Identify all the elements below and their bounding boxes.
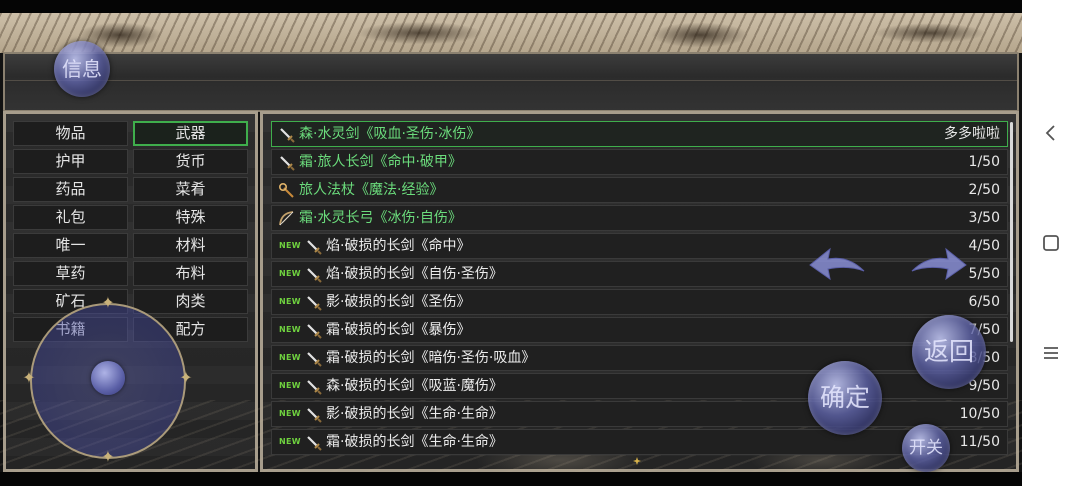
bow-icon bbox=[278, 210, 295, 227]
game-viewport: 物品武器护甲货币药品菜肴礼包特殊唯一材料草药布料矿石肉类书籍配方 森·水灵剑《吸… bbox=[0, 0, 1022, 486]
sword-icon bbox=[305, 238, 322, 255]
item-name: 焰·破损的长剑《自伤·圣伤》 bbox=[326, 266, 503, 282]
header-bar bbox=[3, 52, 1019, 112]
new-badge: NEW bbox=[279, 437, 301, 446]
confirm-button[interactable]: 确定 bbox=[808, 361, 882, 435]
previous-page-arrow-icon[interactable] bbox=[808, 245, 866, 281]
sword-icon bbox=[305, 294, 322, 311]
item-list: 森·水灵剑《吸血·圣伤·冰伤》 多多啦啦霜·旅人长剑《命中·破甲》 1/50 旅人法杖… bbox=[271, 121, 1008, 461]
category-tab[interactable]: 草药 bbox=[13, 261, 128, 286]
category-tab[interactable]: 唯一 bbox=[13, 233, 128, 258]
item-row[interactable]: NEW 焰·破损的长剑《自伤·圣伤》 5/50 bbox=[271, 261, 1008, 287]
category-tab[interactable]: 材料 bbox=[133, 233, 248, 258]
new-badge: NEW bbox=[279, 353, 301, 362]
new-badge: NEW bbox=[279, 325, 301, 334]
item-name: 霜·破损的长剑《生命·生命》 bbox=[326, 434, 503, 450]
item-row[interactable]: 森·水灵剑《吸血·圣伤·冰伤》 多多啦啦 bbox=[271, 121, 1008, 147]
item-row[interactable]: NEW 焰·破损的长剑《命中》 4/50 bbox=[271, 233, 1008, 259]
item-row[interactable]: 霜·水灵长弓《冰伤·自伤》 3/50 bbox=[271, 205, 1008, 231]
ornate-banner bbox=[0, 13, 1022, 53]
item-row[interactable]: NEW霜·破损的长剑《暗伤·圣伤·吸血》8/50 bbox=[271, 345, 1008, 371]
joystick-star-icon-top: ✦ bbox=[101, 293, 115, 312]
item-row[interactable]: NEW 霜·破损的长剑《生命·生命》 11/50 bbox=[271, 429, 1008, 455]
item-row[interactable]: NEW 霜·破损的长剑《暴伤》 7/50 bbox=[271, 317, 1008, 343]
item-count: 11/50 bbox=[959, 434, 1000, 450]
home-square-icon[interactable] bbox=[1039, 231, 1063, 255]
scroll-grip-icon bbox=[633, 457, 641, 465]
item-name: 森·破损的长剑《吸蓝·魔伤》 bbox=[326, 378, 503, 394]
item-row[interactable]: NEW 影·破损的长剑《圣伤》 6/50 bbox=[271, 289, 1008, 315]
category-tab[interactable]: 货币 bbox=[133, 149, 248, 174]
item-name: 森·水灵剑《吸血·圣伤·冰伤》 bbox=[299, 126, 481, 142]
staff-icon bbox=[278, 182, 295, 199]
next-page-arrow-icon[interactable] bbox=[910, 245, 968, 281]
item-name: 影·破损的长剑《生命·生命》 bbox=[326, 406, 503, 422]
joystick-knob[interactable] bbox=[91, 361, 125, 395]
item-row[interactable]: NEW 森·破损的长剑《吸蓝·魔伤》 9/50 bbox=[271, 373, 1008, 399]
back-chevron-icon[interactable] bbox=[1039, 121, 1063, 145]
category-tab[interactable]: 礼包 bbox=[13, 205, 128, 230]
sword-icon bbox=[305, 322, 322, 339]
category-tab[interactable]: 菜肴 bbox=[133, 177, 248, 202]
menu-lines-icon[interactable] bbox=[1039, 341, 1063, 365]
item-count: 6/50 bbox=[968, 294, 1000, 310]
back-button[interactable]: 返回 bbox=[912, 315, 986, 389]
android-navigation-bar bbox=[1022, 0, 1080, 486]
item-name: 霜·破损的长剑《暴伤》 bbox=[326, 322, 471, 338]
sword-icon bbox=[278, 154, 295, 171]
scrollbar[interactable] bbox=[1010, 122, 1013, 342]
joystick-star-icon-left: ✦ bbox=[22, 368, 36, 387]
sword-icon bbox=[305, 266, 322, 283]
item-row[interactable]: 旅人法杖《魔法·经验》 2/50 bbox=[271, 177, 1008, 203]
item-name: 霜·破损的长剑《暗伤·圣伤·吸血》 bbox=[326, 350, 536, 366]
item-name: 霜·水灵长弓《冰伤·自伤》 bbox=[299, 210, 462, 226]
item-count: 4/50 bbox=[968, 238, 1000, 254]
item-count: 1/50 bbox=[968, 154, 1000, 170]
item-count: 2/50 bbox=[968, 182, 1000, 198]
sword-icon bbox=[278, 126, 295, 143]
sword-icon bbox=[305, 378, 322, 395]
info-button[interactable]: 信息 bbox=[54, 41, 110, 97]
category-tab[interactable]: 物品 bbox=[13, 121, 128, 146]
toggle-button[interactable]: 开关 bbox=[902, 424, 950, 472]
item-name: 影·破损的长剑《圣伤》 bbox=[326, 294, 471, 310]
item-count: 10/50 bbox=[959, 406, 1000, 422]
category-tab[interactable]: 肉类 bbox=[133, 289, 248, 314]
new-badge: NEW bbox=[279, 241, 301, 250]
item-row[interactable]: NEW 影·破损的长剑《生命·生命》 10/50 bbox=[271, 401, 1008, 427]
category-tab[interactable]: 特殊 bbox=[133, 205, 248, 230]
item-row[interactable]: 霜·旅人长剑《命中·破甲》 1/50 bbox=[271, 149, 1008, 175]
item-name: 旅人法杖《魔法·经验》 bbox=[299, 182, 444, 198]
category-tab[interactable]: 布料 bbox=[133, 261, 248, 286]
joystick-star-icon-bottom: ✦ bbox=[101, 447, 115, 466]
category-tab[interactable]: 药品 bbox=[13, 177, 128, 202]
new-badge: NEW bbox=[279, 269, 301, 278]
sword-icon bbox=[305, 434, 322, 451]
joystick-star-icon-right: ✦ bbox=[179, 368, 193, 387]
item-count: 多多啦啦 bbox=[944, 126, 1000, 142]
item-count: 3/50 bbox=[968, 210, 1000, 226]
new-badge: NEW bbox=[279, 381, 301, 390]
category-tab[interactable]: 武器 bbox=[133, 121, 248, 146]
sword-icon bbox=[305, 406, 322, 423]
category-tab[interactable]: 护甲 bbox=[13, 149, 128, 174]
new-badge: NEW bbox=[279, 297, 301, 306]
item-name: 焰·破损的长剑《命中》 bbox=[326, 238, 471, 254]
bottom-letterbox bbox=[0, 472, 1022, 486]
sword-icon bbox=[305, 350, 322, 367]
top-letterbox bbox=[0, 0, 1022, 13]
new-badge: NEW bbox=[279, 409, 301, 418]
item-name: 霜·旅人长剑《命中·破甲》 bbox=[299, 154, 462, 170]
item-count: 5/50 bbox=[968, 266, 1000, 282]
